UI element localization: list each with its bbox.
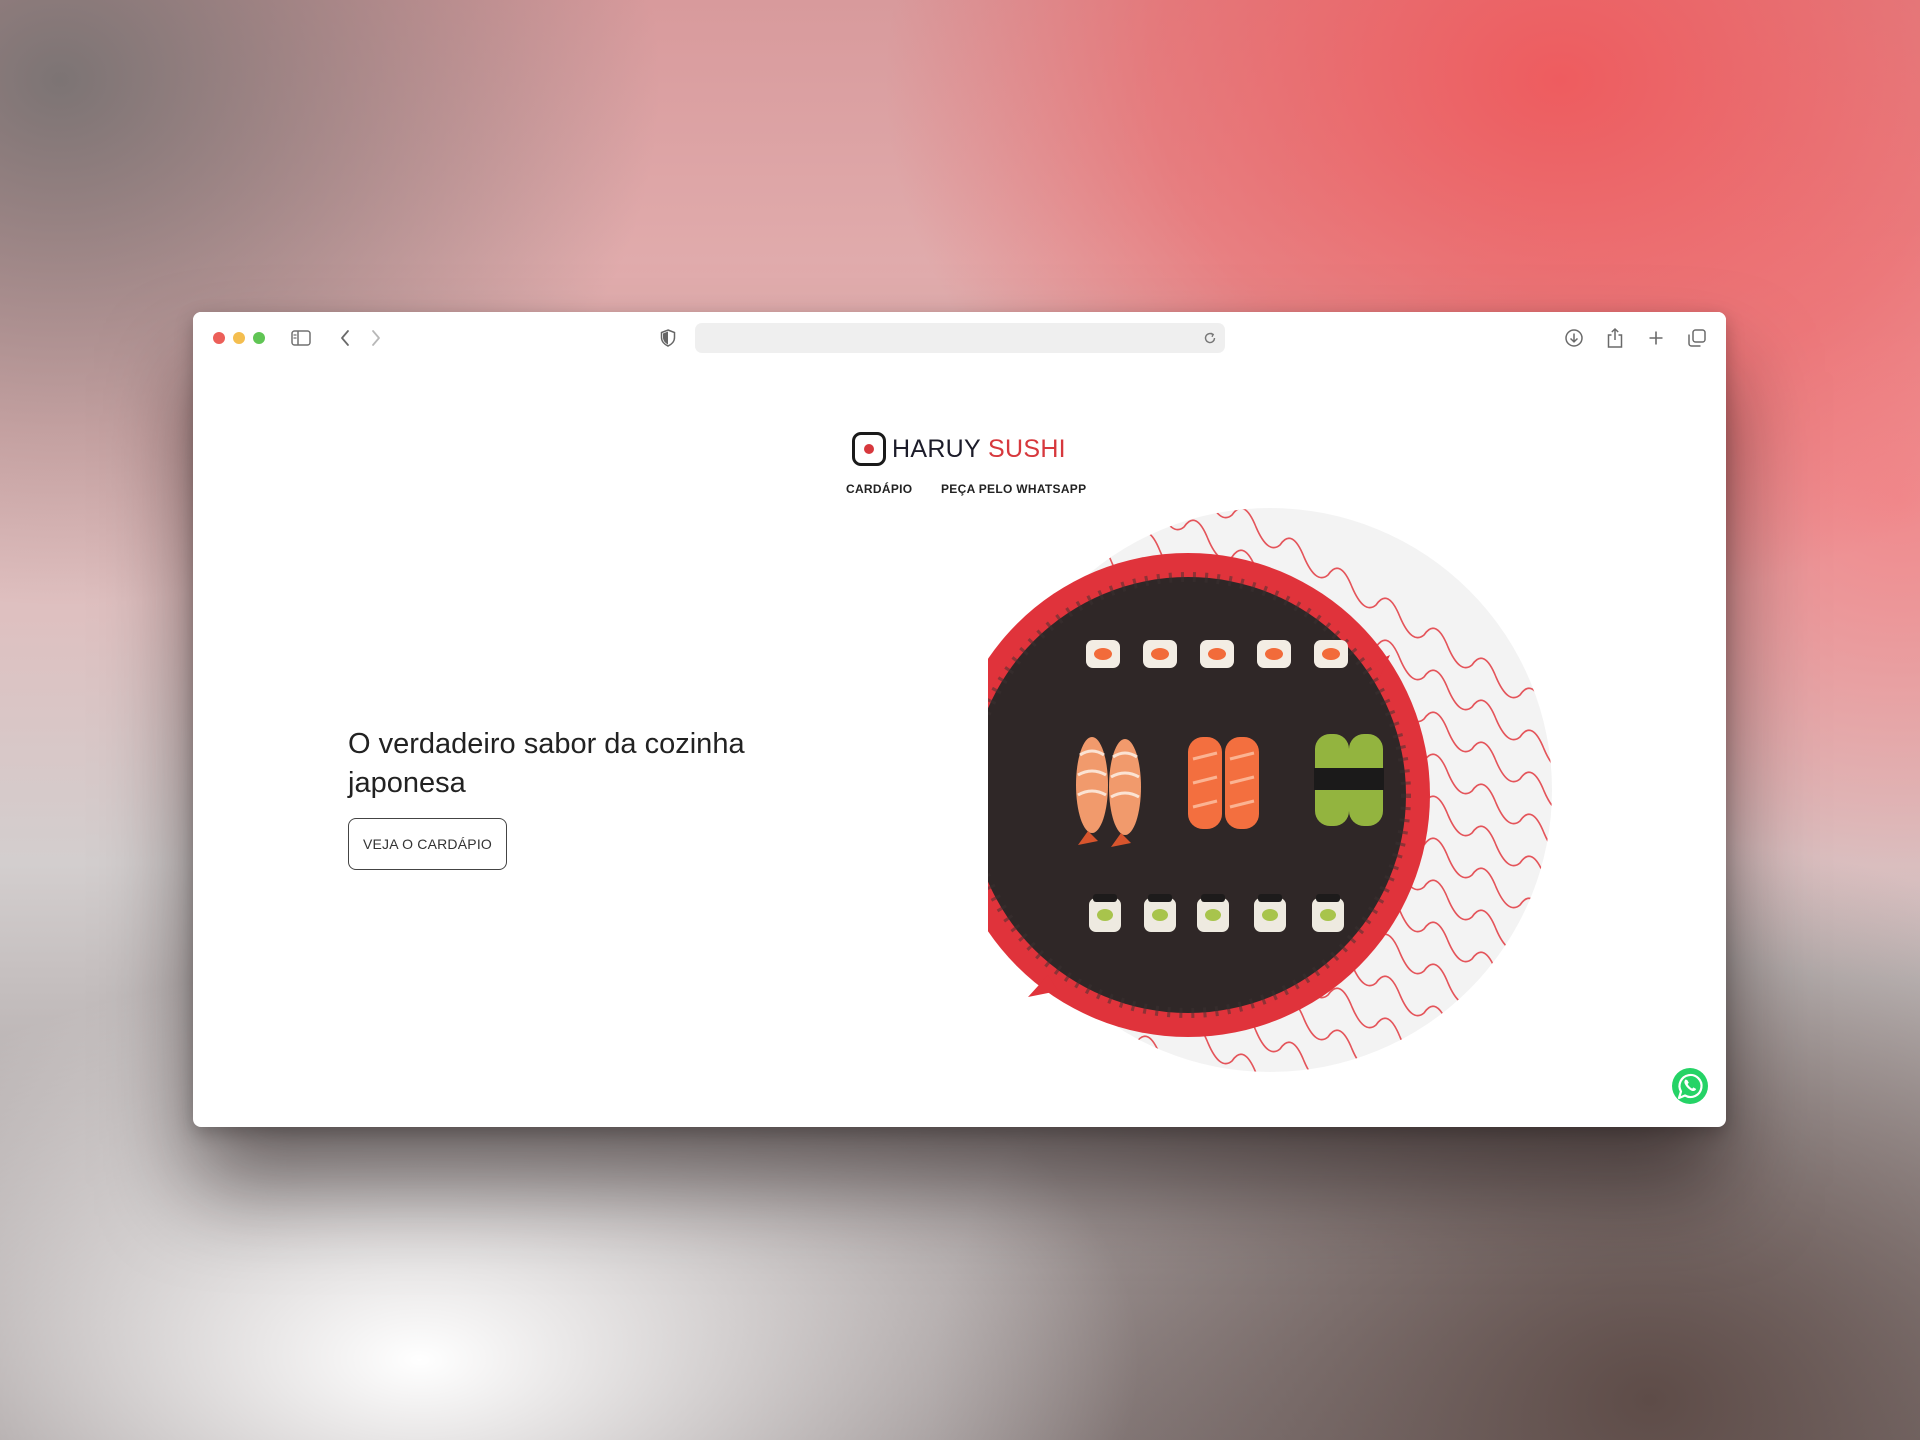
view-menu-button[interactable]: VEJA O CARDÁPIO bbox=[348, 818, 507, 870]
download-icon[interactable] bbox=[1562, 326, 1586, 350]
logo-square-dot-icon bbox=[852, 432, 886, 466]
reload-icon[interactable] bbox=[1201, 329, 1219, 347]
logo-accent-text: SUSHI bbox=[988, 434, 1066, 463]
address-bar[interactable] bbox=[695, 323, 1225, 353]
new-tab-icon[interactable] bbox=[1644, 326, 1668, 350]
browser-window: HARUY SUSHI CARDÁPIO PEÇA PELO WHATSAPP … bbox=[193, 312, 1726, 1127]
close-window-button[interactable] bbox=[213, 332, 225, 344]
shield-icon[interactable] bbox=[656, 326, 680, 350]
forward-icon[interactable] bbox=[364, 326, 388, 350]
back-icon[interactable] bbox=[333, 326, 357, 350]
logo-text: HARUY bbox=[892, 434, 982, 463]
share-icon[interactable] bbox=[1603, 326, 1627, 350]
sidebar-icon[interactable] bbox=[289, 326, 313, 350]
hero-sushi-image bbox=[946, 505, 1568, 1090]
nav-link-whatsapp[interactable]: PEÇA PELO WHATSAPP bbox=[941, 482, 1086, 496]
browser-toolbar bbox=[193, 312, 1726, 364]
whatsapp-icon[interactable] bbox=[1671, 1067, 1709, 1105]
tabs-overview-icon[interactable] bbox=[1685, 326, 1709, 350]
nav-link-cardapio[interactable]: CARDÁPIO bbox=[846, 482, 912, 496]
site-logo[interactable]: HARUY SUSHI bbox=[852, 428, 1066, 470]
zoom-window-button[interactable] bbox=[253, 332, 265, 344]
hero-title: O verdadeiro sabor da cozinha japonesa bbox=[348, 728, 745, 799]
minimize-window-button[interactable] bbox=[233, 332, 245, 344]
